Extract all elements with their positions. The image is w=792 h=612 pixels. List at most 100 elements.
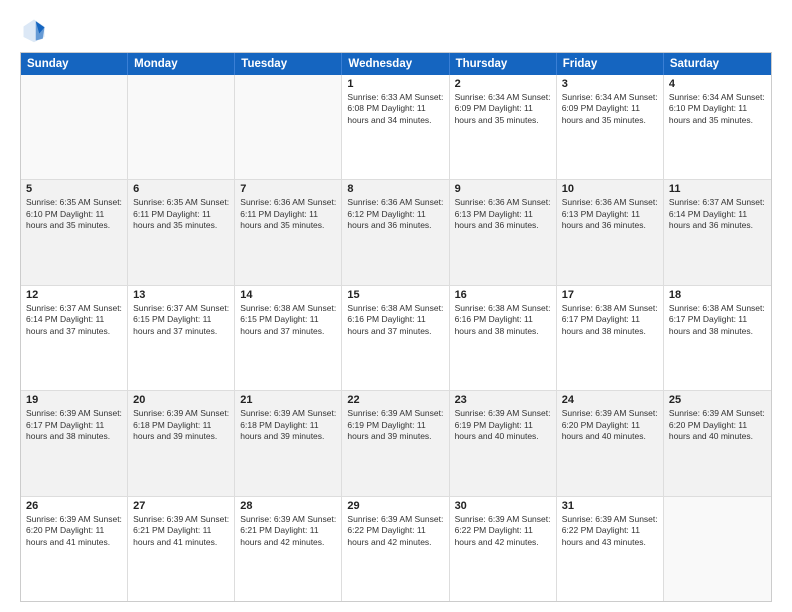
calendar-cell: 13Sunrise: 6:37 AM Sunset: 6:15 PM Dayli… — [128, 286, 235, 390]
calendar-cell: 10 Sunrise: 6:36 AM Sunset: 6:13 PM Dayli… — [557, 180, 664, 284]
day-number: 9 — [455, 183, 551, 195]
day-info: Sunrise: 6:39 AM Sunset: 6:22 PM Dayligh… — [562, 514, 658, 548]
day-number: 18 — [669, 289, 766, 301]
calendar-cell: 9 Sunrise: 6:36 AM Sunset: 6:13 PM Daylig… — [450, 180, 557, 284]
day-info: Sunrise: 6:38 AM Sunset: 6:15 PM Dayligh… — [240, 303, 336, 337]
day-of-week-header: Thursday — [450, 53, 557, 75]
day-info: Sunrise: 6:39 AM Sunset: 6:20 PM Dayligh… — [26, 514, 122, 548]
calendar-cell: 3 Sunrise: 6:34 AM Sunset: 6:09 PM Daylig… — [557, 75, 664, 179]
day-info: Sunrise: 6:38 AM Sunset: 6:17 PM Dayligh… — [562, 303, 658, 337]
day-info: Sunrise: 6:37 AM Sunset: 6:14 PM Dayligh… — [26, 303, 122, 337]
calendar-cell: 24 Sunrise: 6:39 AM Sunset: 6:20 PM Dayli… — [557, 391, 664, 495]
calendar-row: 26 Sunrise: 6:39 AM Sunset: 6:20 PM Dayli… — [21, 497, 771, 601]
day-info: Sunrise: 6:34 AM Sunset: 6:09 PM Dayligh… — [455, 92, 551, 126]
day-info: Sunrise: 6:39 AM Sunset: 6:18 PM Dayligh… — [240, 408, 336, 442]
day-info: Sunrise: 6:36 AM Sunset: 6:12 PM Dayligh… — [347, 197, 443, 231]
calendar-row: 12Sunrise: 6:37 AM Sunset: 6:14 PM Dayli… — [21, 286, 771, 391]
header — [20, 16, 772, 44]
day-number: 2 — [455, 78, 551, 90]
day-of-week-header: Saturday — [664, 53, 771, 75]
day-info: Sunrise: 6:38 AM Sunset: 6:16 PM Dayligh… — [347, 303, 443, 337]
logo-icon — [20, 16, 48, 44]
day-number: 21 — [240, 394, 336, 406]
calendar-cell: 19Sunrise: 6:39 AM Sunset: 6:17 PM Dayli… — [21, 391, 128, 495]
day-number: 19 — [26, 394, 122, 406]
calendar-cell: 8 Sunrise: 6:36 AM Sunset: 6:12 PM Daylig… — [342, 180, 449, 284]
day-info: Sunrise: 6:39 AM Sunset: 6:20 PM Dayligh… — [669, 408, 766, 442]
day-of-week-header: Friday — [557, 53, 664, 75]
day-info: Sunrise: 6:34 AM Sunset: 6:10 PM Dayligh… — [669, 92, 766, 126]
day-number: 27 — [133, 500, 229, 512]
calendar-row: 19Sunrise: 6:39 AM Sunset: 6:17 PM Dayli… — [21, 391, 771, 496]
day-info: Sunrise: 6:33 AM Sunset: 6:08 PM Dayligh… — [347, 92, 443, 126]
day-number: 25 — [669, 394, 766, 406]
day-number: 7 — [240, 183, 336, 195]
calendar-cell — [21, 75, 128, 179]
day-info: Sunrise: 6:38 AM Sunset: 6:17 PM Dayligh… — [669, 303, 766, 337]
day-info: Sunrise: 6:36 AM Sunset: 6:11 PM Dayligh… — [240, 197, 336, 231]
calendar-cell: 22 Sunrise: 6:39 AM Sunset: 6:19 PM Dayli… — [342, 391, 449, 495]
calendar-cell: 18 Sunrise: 6:38 AM Sunset: 6:17 PM Dayli… — [664, 286, 771, 390]
calendar-cell: 20 Sunrise: 6:39 AM Sunset: 6:18 PM Dayli… — [128, 391, 235, 495]
day-info: Sunrise: 6:36 AM Sunset: 6:13 PM Dayligh… — [455, 197, 551, 231]
day-number: 17 — [562, 289, 658, 301]
day-of-week-header: Tuesday — [235, 53, 342, 75]
calendar-cell: 15Sunrise: 6:38 AM Sunset: 6:16 PM Dayli… — [342, 286, 449, 390]
day-info: Sunrise: 6:39 AM Sunset: 6:22 PM Dayligh… — [455, 514, 551, 548]
calendar-cell: 23Sunrise: 6:39 AM Sunset: 6:19 PM Dayli… — [450, 391, 557, 495]
day-number: 10 — [562, 183, 658, 195]
calendar-cell: 1 Sunrise: 6:33 AM Sunset: 6:08 PM Daylig… — [342, 75, 449, 179]
day-info: Sunrise: 6:34 AM Sunset: 6:09 PM Dayligh… — [562, 92, 658, 126]
calendar-cell: 21 Sunrise: 6:39 AM Sunset: 6:18 PM Dayli… — [235, 391, 342, 495]
calendar-cell: 17 Sunrise: 6:38 AM Sunset: 6:17 PM Dayli… — [557, 286, 664, 390]
calendar-cell: 30Sunrise: 6:39 AM Sunset: 6:22 PM Dayli… — [450, 497, 557, 601]
calendar-cell: 7 Sunrise: 6:36 AM Sunset: 6:11 PM Daylig… — [235, 180, 342, 284]
calendar-cell: 27 Sunrise: 6:39 AM Sunset: 6:21 PM Dayli… — [128, 497, 235, 601]
calendar-cell — [128, 75, 235, 179]
day-info: Sunrise: 6:37 AM Sunset: 6:15 PM Dayligh… — [133, 303, 229, 337]
day-number: 22 — [347, 394, 443, 406]
calendar-row: 5Sunrise: 6:35 AM Sunset: 6:10 PM Daylig… — [21, 180, 771, 285]
day-info: Sunrise: 6:35 AM Sunset: 6:11 PM Dayligh… — [133, 197, 229, 231]
day-of-week-header: Sunday — [21, 53, 128, 75]
day-info: Sunrise: 6:39 AM Sunset: 6:19 PM Dayligh… — [347, 408, 443, 442]
day-of-week-header: Wednesday — [342, 53, 449, 75]
calendar-cell: 4 Sunrise: 6:34 AM Sunset: 6:10 PM Daylig… — [664, 75, 771, 179]
day-info: Sunrise: 6:39 AM Sunset: 6:18 PM Dayligh… — [133, 408, 229, 442]
calendar-row: 1 Sunrise: 6:33 AM Sunset: 6:08 PM Daylig… — [21, 75, 771, 180]
day-number: 24 — [562, 394, 658, 406]
day-number: 31 — [562, 500, 658, 512]
calendar-cell: 16 Sunrise: 6:38 AM Sunset: 6:16 PM Dayli… — [450, 286, 557, 390]
calendar-cell: 5Sunrise: 6:35 AM Sunset: 6:10 PM Daylig… — [21, 180, 128, 284]
calendar-cell: 31 Sunrise: 6:39 AM Sunset: 6:22 PM Dayli… — [557, 497, 664, 601]
day-number: 3 — [562, 78, 658, 90]
day-number: 29 — [347, 500, 443, 512]
day-info: Sunrise: 6:39 AM Sunset: 6:22 PM Dayligh… — [347, 514, 443, 548]
day-number: 11 — [669, 183, 766, 195]
calendar-cell: 25 Sunrise: 6:39 AM Sunset: 6:20 PM Dayli… — [664, 391, 771, 495]
day-number: 20 — [133, 394, 229, 406]
day-number: 14 — [240, 289, 336, 301]
calendar-cell: 26 Sunrise: 6:39 AM Sunset: 6:20 PM Dayli… — [21, 497, 128, 601]
calendar-cell: 29 Sunrise: 6:39 AM Sunset: 6:22 PM Dayli… — [342, 497, 449, 601]
day-of-week-header: Monday — [128, 53, 235, 75]
calendar-cell: 12Sunrise: 6:37 AM Sunset: 6:14 PM Dayli… — [21, 286, 128, 390]
day-info: Sunrise: 6:39 AM Sunset: 6:20 PM Dayligh… — [562, 408, 658, 442]
day-info: Sunrise: 6:37 AM Sunset: 6:14 PM Dayligh… — [669, 197, 766, 231]
day-number: 26 — [26, 500, 122, 512]
logo — [20, 16, 52, 44]
day-number: 4 — [669, 78, 766, 90]
page: SundayMondayTuesdayWednesdayThursdayFrid… — [0, 0, 792, 612]
day-info: Sunrise: 6:36 AM Sunset: 6:13 PM Dayligh… — [562, 197, 658, 231]
calendar-header-row: SundayMondayTuesdayWednesdayThursdayFrid… — [21, 53, 771, 75]
day-number: 8 — [347, 183, 443, 195]
calendar-body: 1 Sunrise: 6:33 AM Sunset: 6:08 PM Daylig… — [21, 75, 771, 601]
day-number: 16 — [455, 289, 551, 301]
calendar-cell — [664, 497, 771, 601]
day-number: 1 — [347, 78, 443, 90]
day-number: 6 — [133, 183, 229, 195]
calendar-cell: 2 Sunrise: 6:34 AM Sunset: 6:09 PM Daylig… — [450, 75, 557, 179]
day-info: Sunrise: 6:39 AM Sunset: 6:21 PM Dayligh… — [133, 514, 229, 548]
day-info: Sunrise: 6:38 AM Sunset: 6:16 PM Dayligh… — [455, 303, 551, 337]
day-info: Sunrise: 6:39 AM Sunset: 6:19 PM Dayligh… — [455, 408, 551, 442]
